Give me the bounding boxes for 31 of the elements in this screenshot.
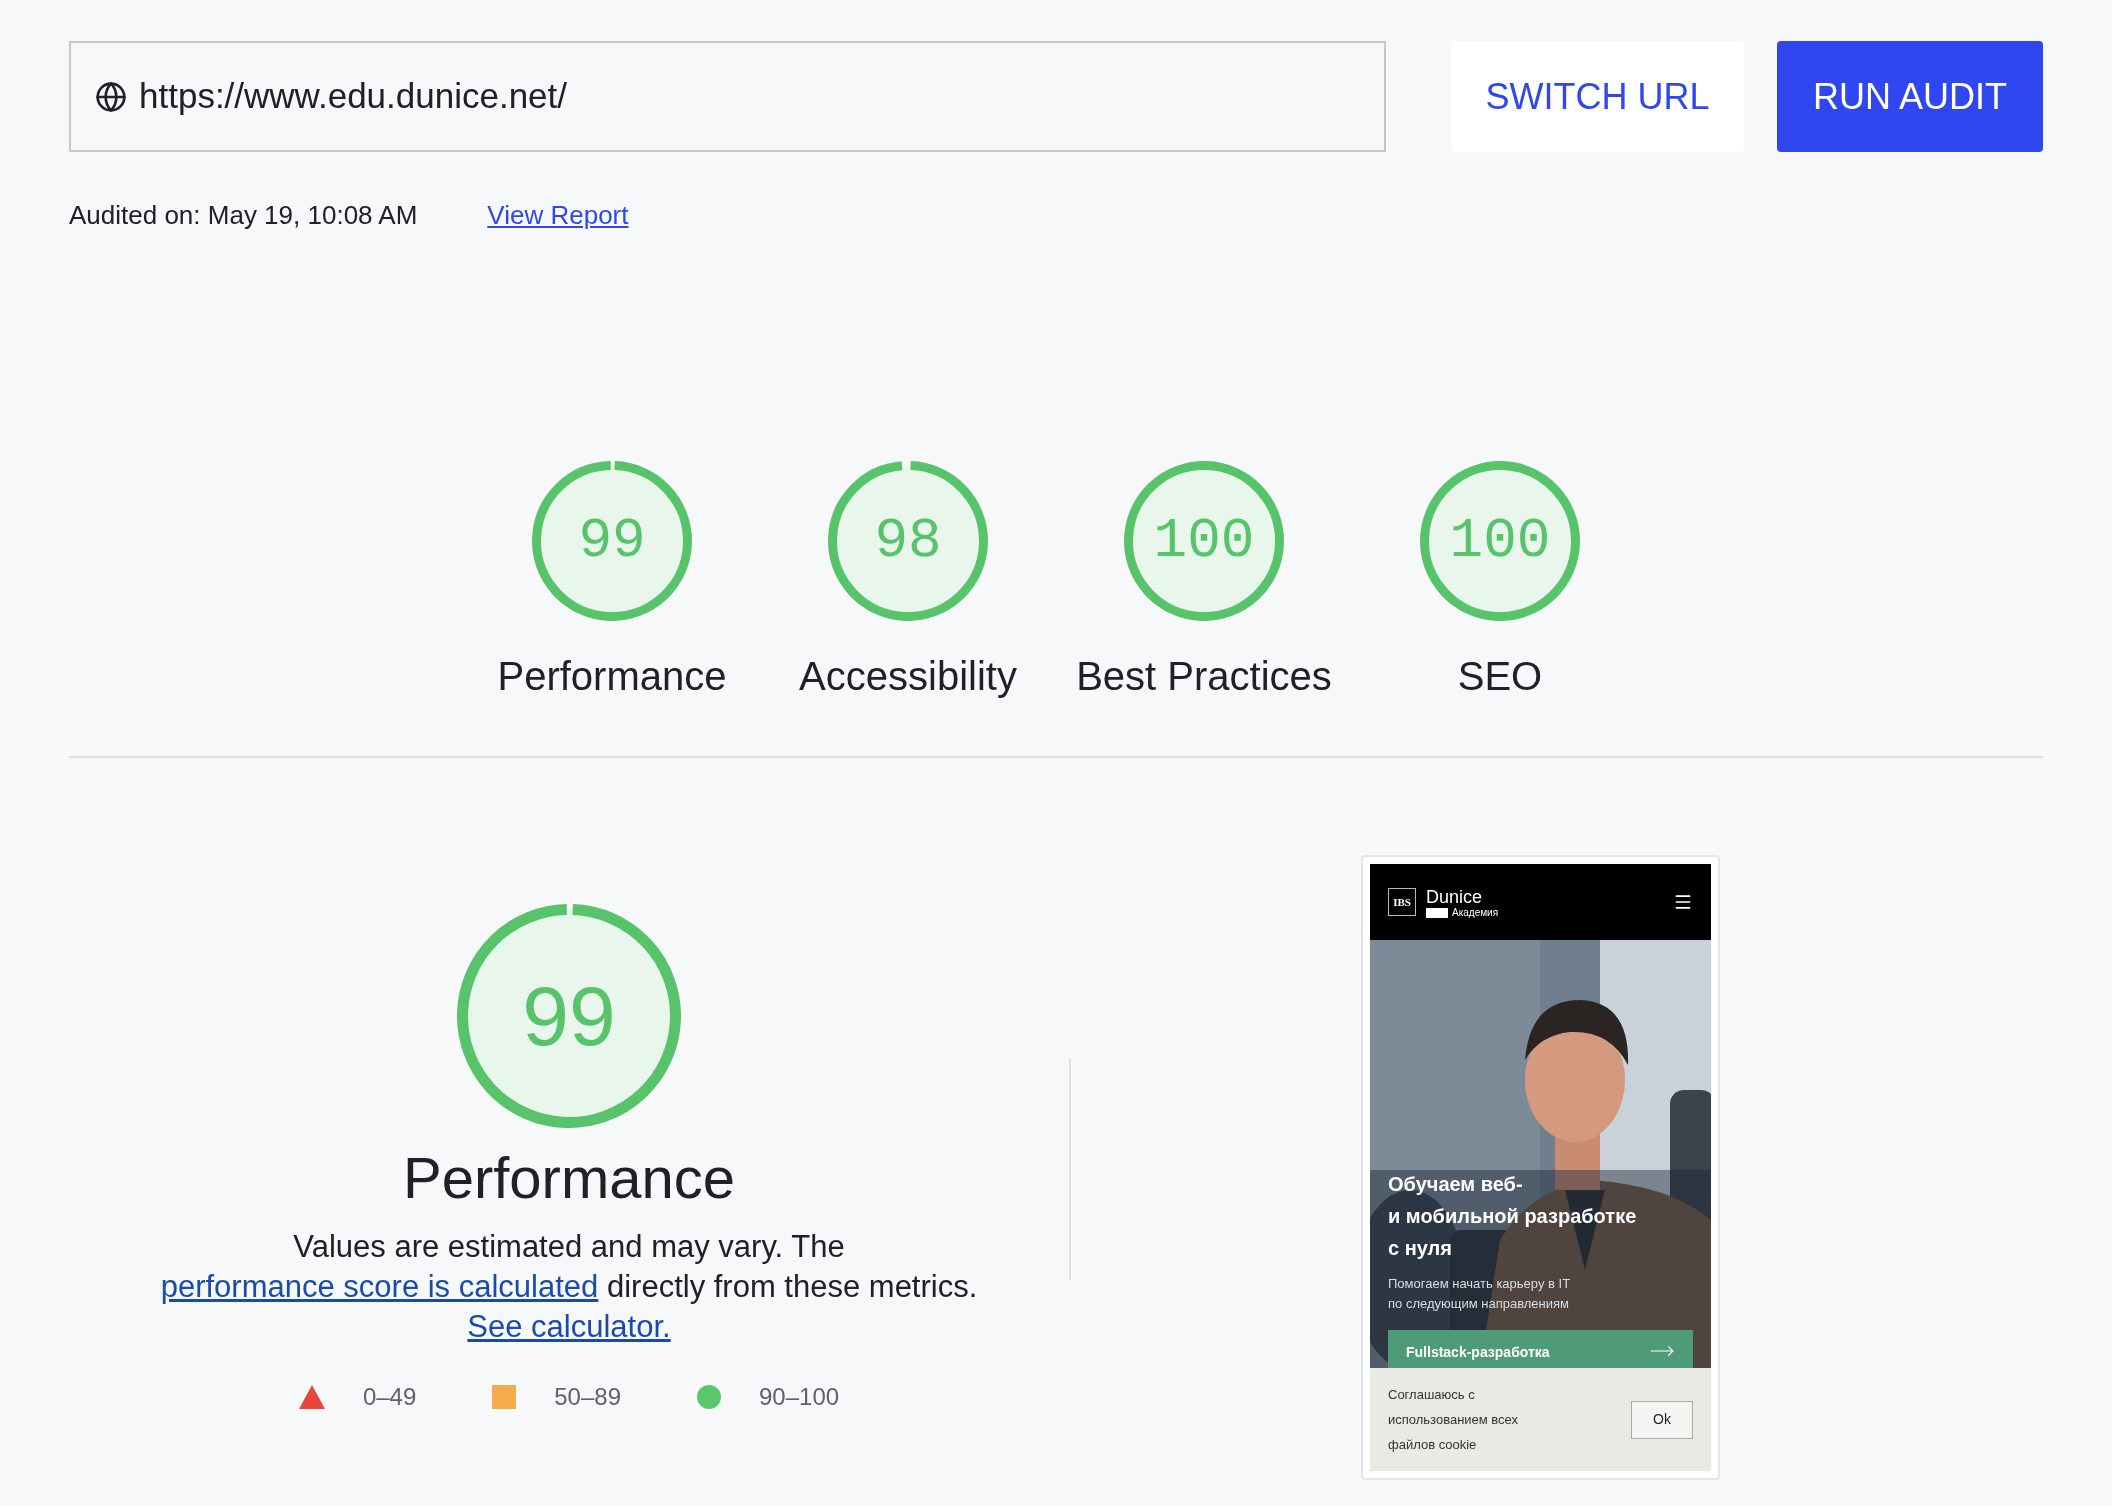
logo-mark: IBS: [1388, 888, 1416, 916]
description-text: Values are estimated and may vary. The performance score is calculated directly from these metrics. See calculator.: [159, 1227, 979, 1346]
section-title: Performance: [403, 1144, 735, 1212]
hero-headline: Обучаем веб- и мобильной разработке с нуля: [1388, 1172, 1638, 1261]
score-value: 98: [874, 508, 942, 575]
score-value: 99: [522, 968, 616, 1065]
cookie-ok-button[interactable]: Ok: [1631, 1400, 1693, 1439]
hero-subtitle: Помогаем начать карьеру в IT по следующим направлениям: [1388, 1275, 1572, 1313]
score-value: 99: [578, 508, 646, 575]
cookie-text: Соглашаюсь с использованием всех файлов cookie: [1388, 1386, 1520, 1454]
brand-name: Dunice: [1426, 885, 1484, 908]
legend-label: 0–49: [362, 1381, 417, 1412]
category-label: Performance: [497, 653, 727, 700]
legend-label: 90–100: [759, 1381, 840, 1412]
view-report-link[interactable]: View Report: [487, 196, 629, 235]
audit-date: Audited on: May 19, 10:08 AM: [69, 199, 418, 232]
score-value: 100: [1153, 508, 1255, 575]
action-button[interactable]: SWITCH URL: [1451, 41, 1744, 152]
menu-icon[interactable]: [1673, 892, 1693, 912]
url-text: https://www.edu.dunice.net/: [139, 75, 568, 118]
url-field[interactable]: https://www.edu.dunice.net/: [69, 41, 1386, 152]
category-label: Best Practices: [1076, 653, 1332, 700]
globe-icon: [95, 80, 127, 113]
description-link[interactable]: performance score is calculated: [160, 1268, 599, 1304]
action-button[interactable]: RUN AUDIT: [1777, 41, 2043, 152]
brand-subtitle: Академия: [1426, 908, 1499, 919]
description-link[interactable]: See calculator.: [467, 1308, 671, 1344]
category-label: SEO: [1457, 653, 1543, 700]
score-value: 100: [1449, 508, 1551, 575]
legend-label: 50–89: [554, 1381, 621, 1412]
category-label: Accessibility: [799, 653, 1017, 700]
